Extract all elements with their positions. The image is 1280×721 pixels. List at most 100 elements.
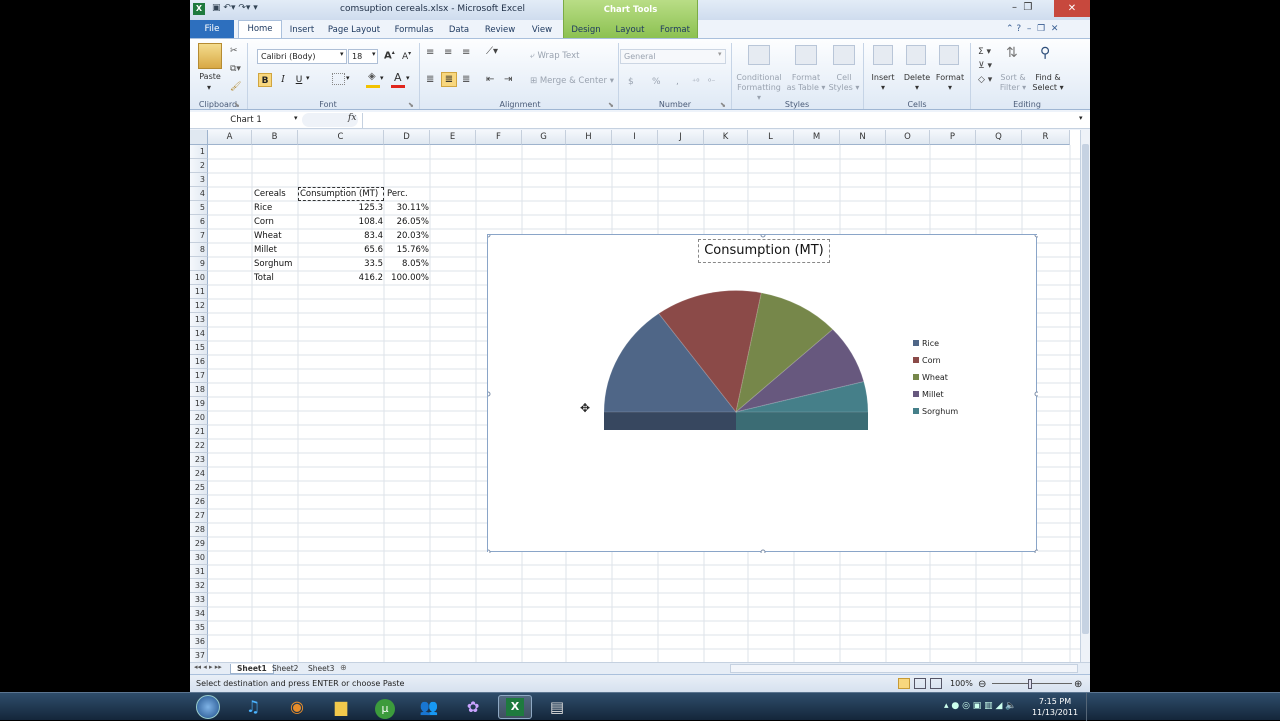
align-middle-icon[interactable]: ≡ <box>444 47 452 58</box>
column-header[interactable]: G <box>522 130 566 145</box>
legend-item[interactable]: Sorghum <box>913 407 958 416</box>
horizontal-scrollbar[interactable] <box>730 664 1078 673</box>
undo-icon[interactable]: ↶ <box>223 3 231 13</box>
tab-home[interactable]: Home <box>238 20 282 39</box>
formula-input[interactable] <box>362 113 1080 128</box>
save-icon[interactable]: ▣ <box>212 3 221 13</box>
minimize-icon[interactable]: – <box>1012 2 1017 13</box>
wrap-text-button[interactable]: ⤶ Wrap Text <box>530 51 579 61</box>
zoom-out-icon[interactable]: ⊖ <box>978 676 986 692</box>
column-header[interactable]: N <box>840 130 886 145</box>
row-header[interactable]: 28 <box>190 523 208 537</box>
resize-handle[interactable] <box>1034 391 1038 397</box>
expand-formula-icon[interactable]: ▾ <box>1079 114 1083 122</box>
row-header[interactable]: 13 <box>190 313 208 327</box>
sheet-tab[interactable]: Sheet2 <box>266 664 304 674</box>
row-header[interactable]: 17 <box>190 369 208 383</box>
row-header[interactable]: 18 <box>190 383 208 397</box>
number-dialog-launcher-icon[interactable]: ⬊ <box>720 101 726 109</box>
new-sheet-icon[interactable]: ⊕ <box>340 663 347 672</box>
resize-handle[interactable] <box>488 235 491 238</box>
find-select-button[interactable]: Find & Select ▾ <box>1030 73 1066 93</box>
comma-icon[interactable]: , <box>676 77 679 87</box>
legend-item[interactable]: Wheat <box>913 373 948 382</box>
row-header[interactable]: 7 <box>190 229 208 243</box>
column-header[interactable]: E <box>430 130 476 145</box>
ribbon-controls[interactable]: ⌃ ? – ❐ ✕ <box>1006 24 1058 34</box>
cell-cereal[interactable]: Rice <box>254 201 272 215</box>
column-header[interactable]: P <box>930 130 976 145</box>
cell-cereal[interactable]: Corn <box>254 215 274 229</box>
row-header[interactable]: 5 <box>190 201 208 215</box>
bold-button[interactable]: B <box>258 73 272 87</box>
select-all-corner[interactable] <box>190 130 208 145</box>
currency-icon[interactable]: $ <box>628 77 634 87</box>
orientation-icon[interactable]: ⟋▾ <box>486 46 498 57</box>
legend-item[interactable]: Millet <box>913 390 944 399</box>
tab-page-layout[interactable]: Page Layout <box>324 22 384 38</box>
tab-data[interactable]: Data <box>444 22 474 38</box>
cell-consumption[interactable]: 65.6 <box>298 243 383 257</box>
font-dialog-launcher-icon[interactable]: ⬊ <box>408 101 414 109</box>
row-header[interactable]: 30 <box>190 551 208 565</box>
resize-handle[interactable] <box>488 549 491 553</box>
format-as-table-button[interactable]: Format as Table ▾ <box>786 73 826 93</box>
row-header[interactable]: 26 <box>190 495 208 509</box>
row-header[interactable]: 36 <box>190 635 208 649</box>
excel-taskbar-icon[interactable]: X <box>498 695 532 719</box>
row-header[interactable]: 23 <box>190 453 208 467</box>
column-header[interactable]: O <box>886 130 930 145</box>
torrent-icon[interactable]: µ <box>368 695 402 719</box>
italic-button[interactable]: I <box>276 73 290 87</box>
column-header[interactable]: K <box>704 130 748 145</box>
vertical-scrollbar[interactable] <box>1080 130 1090 662</box>
underline-button[interactable]: U <box>292 73 306 87</box>
header-perc[interactable]: Perc. <box>387 187 408 201</box>
format-button[interactable]: Format ▾ <box>932 73 968 93</box>
copy-icon[interactable]: ⧉▾ <box>230 64 241 74</box>
tab-review[interactable]: Review <box>480 22 520 38</box>
sheet-nav-icon[interactable]: ◂◂ ◂ ▸ ▸▸ <box>194 663 222 671</box>
page-break-view-icon[interactable] <box>930 678 942 689</box>
row-header[interactable]: 2 <box>190 159 208 173</box>
row-header[interactable]: 22 <box>190 439 208 453</box>
fill-color-icon[interactable]: ◈ <box>368 71 376 82</box>
cell-consumption[interactable]: 125.3 <box>298 201 383 215</box>
row-header[interactable]: 14 <box>190 327 208 341</box>
redo-icon[interactable]: ↷ <box>238 3 246 13</box>
chat-app-icon[interactable]: ✿ <box>456 695 490 719</box>
tab-formulas[interactable]: Formulas <box>390 22 438 38</box>
conditional-formatting-button[interactable]: Conditional Formatting ▾ <box>734 73 784 103</box>
resize-handle[interactable] <box>760 235 766 238</box>
row-header[interactable]: 33 <box>190 593 208 607</box>
header-consumption-copy-marquee[interactable]: Consumption (MT) <box>298 187 384 201</box>
dialog-launcher-icon[interactable]: ⬊ <box>234 101 240 109</box>
cell-consumption[interactable]: 108.4 <box>298 215 383 229</box>
row-header[interactable]: 15 <box>190 341 208 355</box>
font-color-icon[interactable]: A <box>394 71 402 84</box>
zoom-slider-thumb[interactable] <box>1028 679 1032 689</box>
scroll-thumb[interactable] <box>1082 144 1089 634</box>
alignment-dialog-launcher-icon[interactable]: ⬊ <box>608 101 614 109</box>
row-header[interactable]: 37 <box>190 649 208 663</box>
column-header[interactable]: R <box>1022 130 1070 145</box>
cell-perc[interactable]: 30.11% <box>385 201 429 215</box>
insert-button[interactable]: Insert ▾ <box>866 73 900 93</box>
align-bottom-icon[interactable]: ≡ <box>462 47 470 58</box>
resize-handle[interactable] <box>1034 235 1038 238</box>
row-header[interactable]: 24 <box>190 467 208 481</box>
row-header[interactable]: 20 <box>190 411 208 425</box>
paste-button[interactable]: Paste <box>194 72 226 81</box>
cell-perc[interactable]: 26.05% <box>385 215 429 229</box>
column-header[interactable]: H <box>566 130 612 145</box>
merge-center-button[interactable]: ⊞ Merge & Center ▾ <box>530 76 614 86</box>
cell-consumption[interactable]: 83.4 <box>298 229 383 243</box>
zoom-level[interactable]: 100% <box>950 675 973 692</box>
insert-function-icon[interactable]: fx <box>348 113 356 123</box>
system-clock[interactable]: 7:15 PM 11/13/2011 <box>1030 696 1080 718</box>
normal-view-icon[interactable] <box>898 678 910 689</box>
row-header[interactable]: 25 <box>190 481 208 495</box>
tab-view[interactable]: View <box>526 22 558 38</box>
resize-handle[interactable] <box>760 549 766 553</box>
zoom-in-icon[interactable]: ⊕ <box>1074 676 1082 692</box>
